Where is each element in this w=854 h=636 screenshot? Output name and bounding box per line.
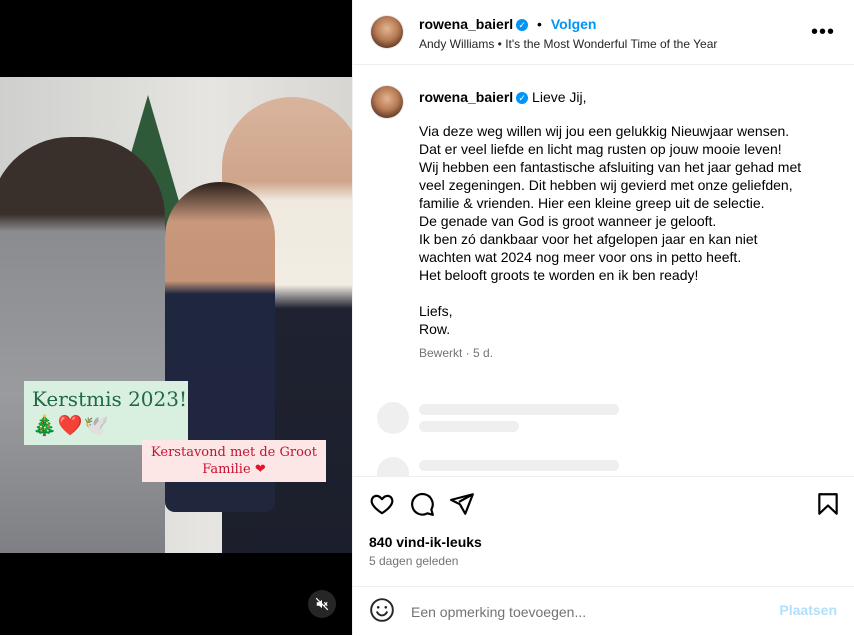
caption-text: Via deze weg willen wij jou een gelukkig…: [419, 122, 839, 338]
like-count[interactable]: 840 vind-ik-leuks: [369, 534, 482, 550]
bookmark-icon: [818, 493, 838, 515]
caption-username-link[interactable]: rowena_baierl: [419, 89, 513, 105]
caption-line: Het belooft groots te worden en ik ben r…: [419, 267, 699, 283]
post-actions: 840 vind-ik-leuks 5 dagen geleden: [353, 476, 854, 587]
sticker-kerstmis-title: Kerstmis 2023!: [32, 387, 188, 411]
post-time[interactable]: 5 dagen geleden: [369, 554, 458, 568]
caption-line: familie & vrienden. Hier een kleine gree…: [419, 195, 765, 211]
sticker-kerstmis-emoji: 🎄❤️🕊️: [32, 415, 110, 437]
comment-skeleton-line: [419, 421, 519, 432]
caption-line: Dat er veel liefde en licht mag rusten o…: [419, 141, 782, 157]
heart-outline-icon: [370, 494, 394, 515]
comment-skeleton-line: [419, 404, 619, 415]
post-header: rowena_baierl ✓ • Volgen Andy Williams • …: [353, 0, 854, 65]
caption-meta: Bewerkt · 5 d.: [419, 346, 494, 360]
speaker-muted-icon: [315, 597, 329, 611]
sticker-kerstavond-text: Kerstavond met de Groot Familie: [151, 445, 317, 477]
comment-input[interactable]: [409, 600, 773, 624]
verified-badge-icon: ✓: [516, 19, 529, 32]
mute-button[interactable]: [308, 590, 336, 618]
more-options-button[interactable]: •••: [811, 22, 835, 42]
caption-first-line: rowena_baierl ✓ Lieve Jij,: [419, 89, 587, 105]
comment-bubble-icon: [411, 492, 434, 516]
save-button[interactable]: [815, 491, 841, 517]
post-details-panel: rowena_baierl ✓ • Volgen Andy Williams • …: [352, 0, 854, 635]
caption-line: veel zegeningen. Dit hebben wij gevierd …: [419, 177, 793, 193]
audio-link[interactable]: Andy Williams • It's the Most Wonderful …: [419, 37, 717, 51]
sticker-kerstmis: Kerstmis 2023! 🎄❤️🕊️: [24, 381, 188, 445]
avatar[interactable]: [371, 16, 403, 48]
media-viewer[interactable]: Kerstmis 2023! 🎄❤️🕊️ Kerstavond met de G…: [0, 0, 352, 635]
caption-line: Wij hebben een fantastische afsluiting v…: [419, 159, 802, 175]
avatar[interactable]: [371, 86, 403, 118]
comment-skeleton-line: [419, 460, 619, 471]
like-button[interactable]: [369, 491, 395, 517]
comment-bar: Plaatsen: [353, 586, 854, 636]
caption-line: Row.: [419, 321, 451, 337]
heart-icon: ❤: [254, 462, 266, 477]
sticker-kerstavond: Kerstavond met de Groot Familie ❤: [142, 440, 326, 482]
follow-button[interactable]: Volgen: [551, 16, 597, 32]
caption-line: Via deze weg willen wij jou een gelukkig…: [419, 123, 790, 139]
caption-line: De genade van God is groot wanneer je ge…: [419, 213, 717, 229]
share-button[interactable]: [449, 491, 475, 517]
separator-dot: •: [537, 16, 542, 32]
paper-plane-icon: [450, 493, 474, 515]
emoji-smile-icon: [370, 598, 394, 622]
comment-button[interactable]: [409, 491, 435, 517]
username-link[interactable]: rowena_baierl: [419, 16, 513, 32]
caption-line: Liefs,: [419, 303, 453, 319]
caption-greeting: Lieve Jij,: [532, 89, 587, 105]
header-user-row: rowena_baierl ✓ • Volgen: [419, 16, 596, 32]
person-woman-shape: [0, 137, 165, 553]
verified-badge-icon: ✓: [516, 92, 529, 105]
comment-skeleton-avatar: [377, 402, 409, 434]
post-comment-button[interactable]: Plaatsen: [779, 602, 837, 618]
emoji-button[interactable]: [369, 597, 395, 623]
caption-line: [419, 284, 839, 302]
caption-line: wachten wat 2024 nog meer voor ons in pe…: [419, 249, 742, 265]
caption-line: Ik ben zó dankbaar voor het afgelopen ja…: [419, 231, 758, 247]
